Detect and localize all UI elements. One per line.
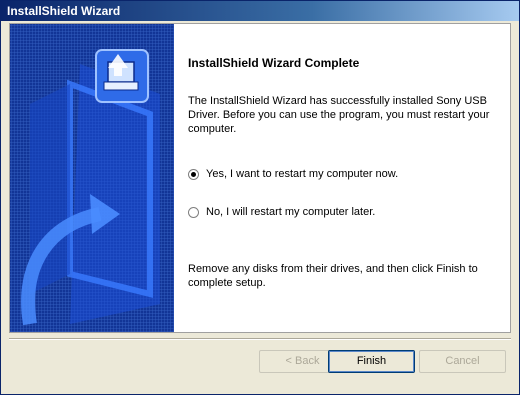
setup-computer-icon: [95, 49, 149, 103]
window-title: InstallShield Wizard: [7, 4, 121, 18]
restart-later-label[interactable]: No, I will restart my computer later.: [206, 206, 375, 218]
restart-later-radio[interactable]: [188, 206, 199, 218]
wizard-banner: [10, 24, 174, 332]
installshield-wizard-window: InstallShield Wizard InstallShield Wizar…: [0, 0, 520, 395]
page-title: InstallShield Wizard Complete: [188, 56, 360, 70]
wizard-content: InstallShield Wizard Complete The Instal…: [188, 56, 508, 289]
description-text: The InstallShield Wizard has successfull…: [188, 95, 490, 135]
restart-later-option[interactable]: No, I will restart my computer later.: [188, 206, 375, 218]
restart-now-radio[interactable]: [188, 168, 199, 180]
finish-note: Remove any disks from their drives, and …: [188, 263, 478, 289]
installshield-computer-arrow-icon: [21, 49, 160, 326]
restart-now-label[interactable]: Yes, I want to restart my computer now.: [206, 168, 398, 180]
finish-button[interactable]: Finish: [328, 350, 415, 373]
restart-now-option[interactable]: Yes, I want to restart my computer now.: [188, 168, 398, 180]
title-bar: InstallShield Wizard: [1, 1, 519, 21]
button-separator: [9, 338, 511, 340]
cancel-button[interactable]: Cancel: [419, 350, 506, 373]
wizard-panel: InstallShield Wizard Complete The Instal…: [9, 23, 511, 333]
